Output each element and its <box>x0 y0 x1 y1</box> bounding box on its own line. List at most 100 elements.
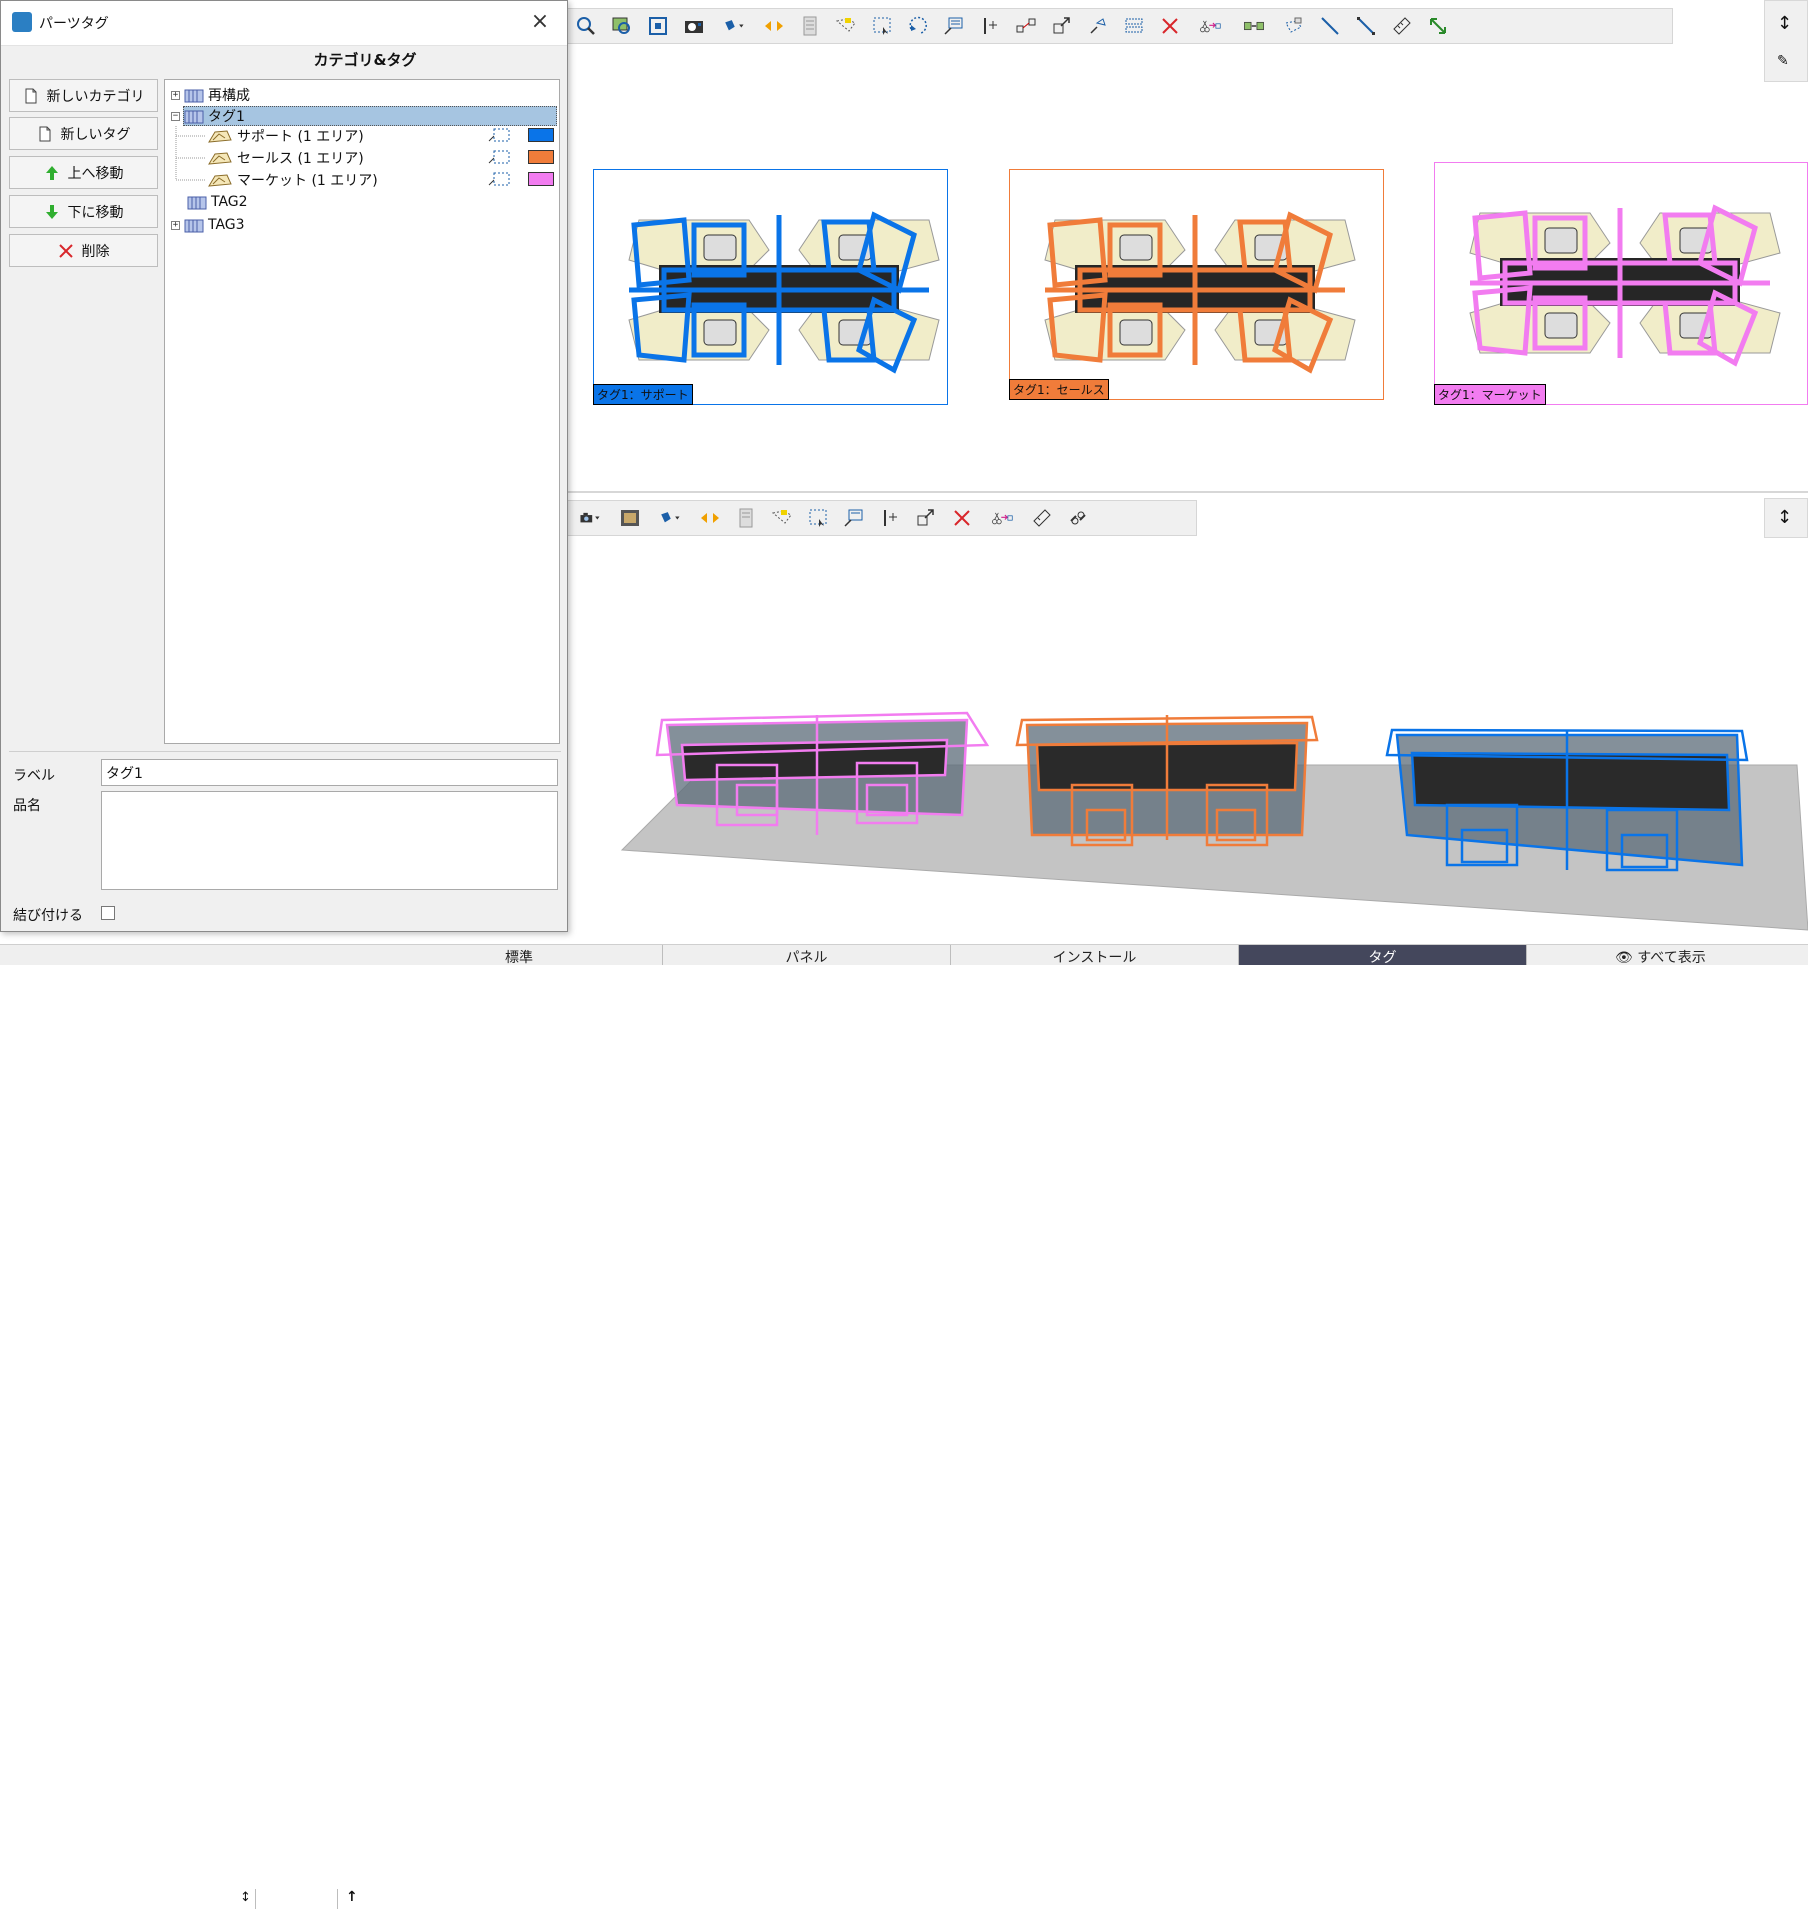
3d-view[interactable] <box>567 535 1808 945</box>
bind-caption: 結び付ける <box>13 908 83 924</box>
tree-node-tag3[interactable]: + TAG3 <box>171 215 245 235</box>
status-up-cell: ↑ <box>256 1889 358 1909</box>
new-category-button[interactable]: 新しいカテゴリ <box>9 79 158 112</box>
tab-tag[interactable]: タグ <box>1239 945 1527 965</box>
close-icon[interactable]: × <box>527 9 553 35</box>
view3d-side-tools: ↕ <box>1764 498 1808 538</box>
paint-icon[interactable] <box>712 10 756 42</box>
category-tag-tree[interactable]: + 再構成 − タグ1 サポート (1 エリア) セールス (1 エリア) マー… <box>164 79 560 744</box>
mirror-icon[interactable] <box>692 502 728 534</box>
tree-node-market[interactable]: マーケット (1 エリア) <box>207 170 378 190</box>
color-swatch-sales[interactable] <box>528 150 554 164</box>
render-icon[interactable] <box>676 10 712 42</box>
label-icon[interactable] <box>836 502 872 534</box>
color-swatch-support[interactable] <box>528 128 554 142</box>
label-input[interactable]: タグ1 <box>101 759 558 786</box>
bind-checkbox[interactable] <box>101 906 115 920</box>
status-scroll-cell: ↕ <box>0 1889 256 1909</box>
zoom-window-icon[interactable] <box>640 10 676 42</box>
rotate-icon[interactable] <box>900 10 936 42</box>
stretch-icon[interactable] <box>1080 10 1116 42</box>
ruler-icon[interactable] <box>1024 502 1060 534</box>
dialog-titlebar[interactable]: パーツタグ × <box>1 1 567 46</box>
scale-icon[interactable] <box>908 502 944 534</box>
zoom-extents-icon[interactable] <box>604 10 640 42</box>
workstation-plan <box>1044 211 1356 374</box>
array-icon[interactable] <box>1232 10 1276 42</box>
tab-panel[interactable]: パネル <box>663 945 951 965</box>
ruler-icon[interactable] <box>1384 10 1420 42</box>
select-area-icon[interactable] <box>488 172 510 186</box>
delete-button[interactable]: 削除 <box>9 234 158 267</box>
workstation-cluster-sales <box>1015 715 1319 847</box>
move-down-label: 下に移動 <box>67 204 124 221</box>
line-icon[interactable] <box>1312 10 1348 42</box>
layers-icon[interactable] <box>792 10 828 42</box>
product-name-input[interactable] <box>101 791 558 890</box>
tree-node-label: マーケット (1 エリア) <box>237 173 378 189</box>
select-icon[interactable] <box>800 502 836 534</box>
view-side-tools: ↕ ✎ <box>1764 0 1808 82</box>
dialog-title: パーツタグ <box>39 16 109 32</box>
tab-install[interactable]: インストール <box>951 945 1239 965</box>
plan-tag-label: タグ1：サポート <box>593 384 693 405</box>
vertical-resize-icon[interactable]: ↕ <box>1777 507 1792 528</box>
delete-icon[interactable] <box>1152 10 1188 42</box>
area-tag-icon <box>208 152 232 165</box>
group-icon[interactable] <box>1116 10 1152 42</box>
tree-node-sales[interactable]: セールス (1 エリア) <box>207 148 364 168</box>
measure-line-icon[interactable] <box>1348 10 1384 42</box>
tree-node-label: TAG2 <box>211 194 248 210</box>
delete-icon[interactable] <box>944 502 980 534</box>
film-icon[interactable] <box>612 502 648 534</box>
freeform-icon[interactable] <box>1276 10 1312 42</box>
connect-icon[interactable] <box>1008 10 1044 42</box>
tree-node-tag2[interactable]: TAG2 <box>187 192 248 212</box>
tab-standard[interactable]: 標準 <box>376 945 663 965</box>
plan-block-market[interactable]: タグ1：マーケット <box>1434 162 1808 405</box>
dimension-icon[interactable] <box>972 10 1008 42</box>
select-area-icon[interactable] <box>488 150 510 164</box>
parts-tag-dialog: パーツタグ × カテゴリ&タグ 新しいカテゴリ 新しいタグ 上へ移動 下に移動 … <box>0 0 568 932</box>
cut-tag-icon[interactable] <box>980 502 1024 534</box>
tree-node-support[interactable]: サポート (1 エリア) <box>207 126 364 146</box>
move-down-button[interactable]: 下に移動 <box>9 195 158 228</box>
tag-area-icon[interactable] <box>764 502 800 534</box>
unlink-icon[interactable] <box>1060 502 1096 534</box>
layers-icon[interactable] <box>728 502 764 534</box>
edit-note-icon[interactable]: ✎ <box>1777 53 1789 69</box>
select-area-icon[interactable] <box>488 128 510 142</box>
move-up-button[interactable]: 上へ移動 <box>9 156 158 189</box>
color-swatch-market[interactable] <box>528 172 554 186</box>
tag-area-icon[interactable] <box>828 10 864 42</box>
tree-node-label: セールス (1 エリア) <box>237 151 364 167</box>
paint-icon[interactable] <box>648 502 692 534</box>
zoom-icon[interactable] <box>568 10 604 42</box>
vertical-resize-icon[interactable]: ↕ <box>240 1890 251 1905</box>
new-category-label: 新しいカテゴリ <box>46 88 145 105</box>
camera-icon[interactable] <box>568 502 612 534</box>
view-splitter[interactable] <box>567 491 1808 493</box>
arrow-up-icon <box>45 165 58 180</box>
plan-block-support[interactable]: タグ1：サポート <box>593 169 948 405</box>
cut-tag-icon[interactable] <box>1188 10 1232 42</box>
select-icon[interactable] <box>864 10 900 42</box>
expand-icon[interactable]: + <box>171 220 180 230</box>
tab-show-all-label: すべて表示 <box>1637 950 1706 965</box>
dimension-icon[interactable] <box>872 502 908 534</box>
vertical-resize-icon[interactable]: ↕ <box>1777 13 1792 34</box>
plan-block-sales[interactable]: タグ1：セールス <box>1009 169 1384 400</box>
category-folder-icon <box>184 219 204 233</box>
scale-icon[interactable] <box>1044 10 1080 42</box>
label-icon[interactable] <box>936 10 972 42</box>
mirror-icon[interactable] <box>756 10 792 42</box>
app-icon <box>12 12 32 32</box>
tree-node-label: サポート (1 エリア) <box>237 129 364 145</box>
tab-show-all[interactable]: 👁 すべて表示 <box>1527 945 1808 965</box>
plan-toolbar <box>567 8 1673 44</box>
resize-icon[interactable] <box>1420 10 1456 42</box>
tab-bar: ↕ ↑ 標準 パネル インストール タグ 👁 すべて表示 <box>0 944 1808 1909</box>
new-tag-button[interactable]: 新しいタグ <box>9 117 158 150</box>
up-arrow-icon[interactable]: ↑ <box>346 1889 358 1905</box>
eye-icon: 👁 <box>1615 950 1633 965</box>
